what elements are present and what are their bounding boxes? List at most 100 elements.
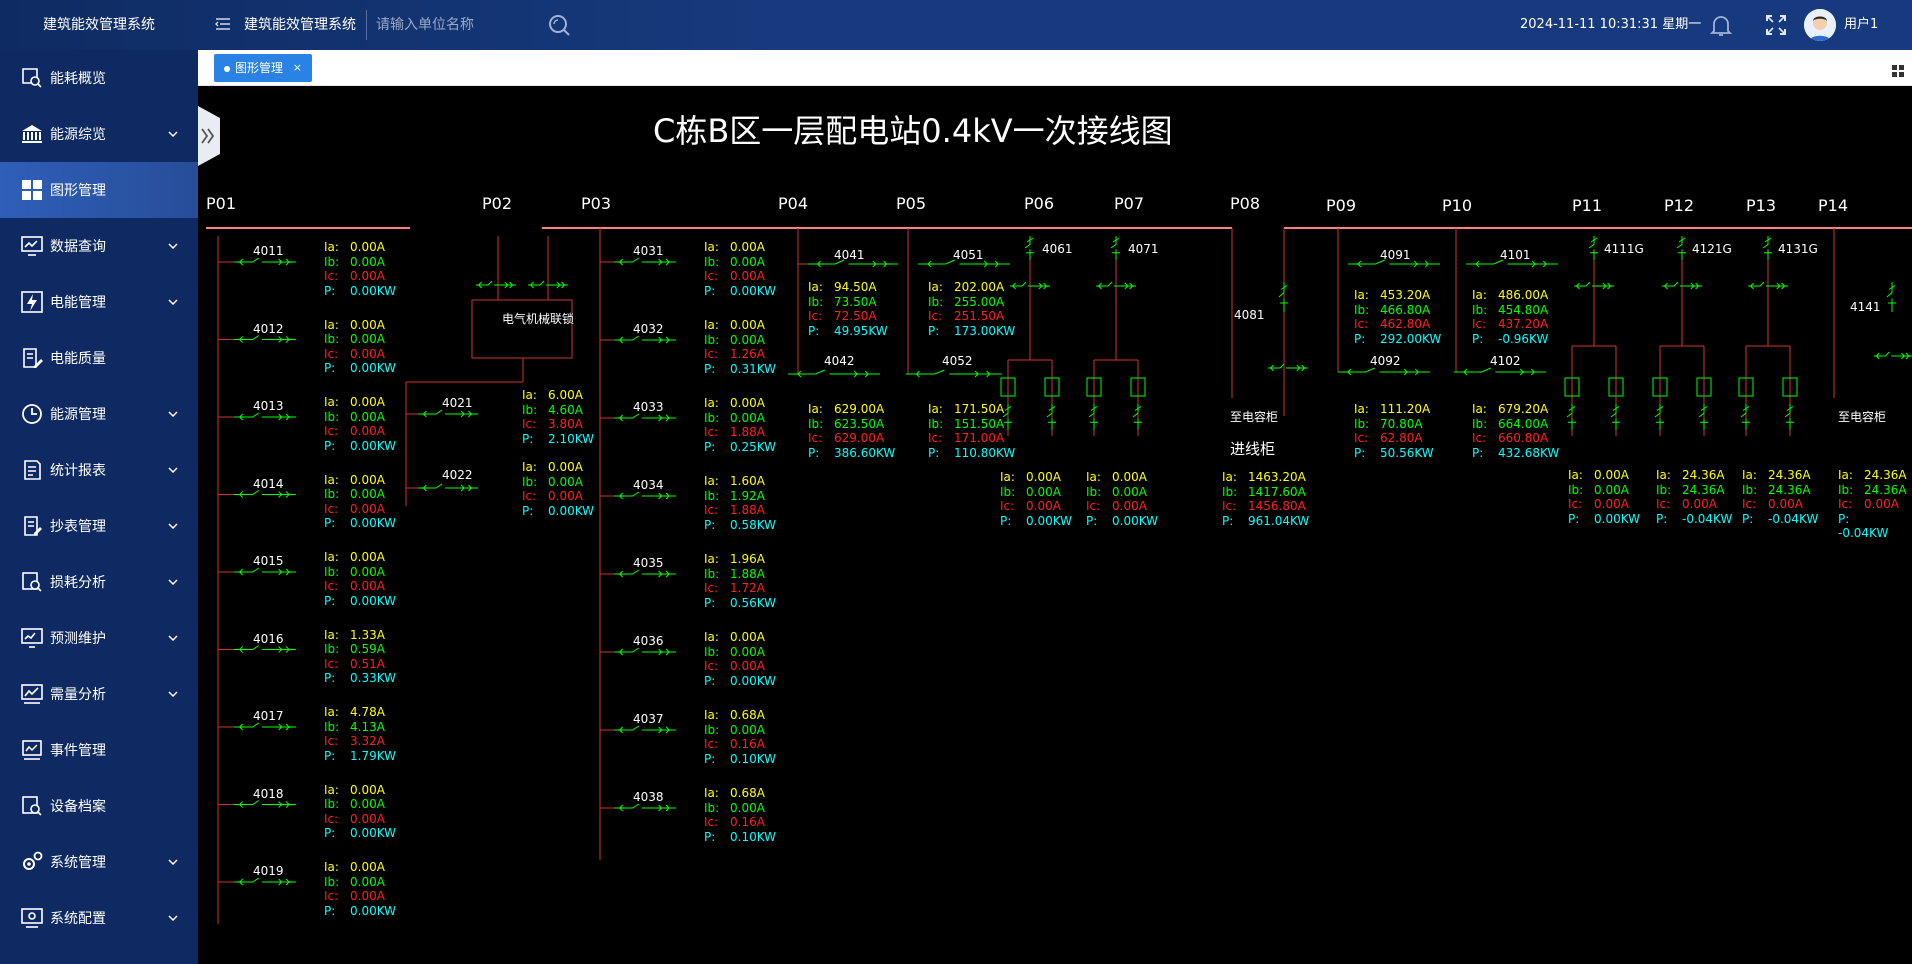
reading-value-ib: 24.36A: [1864, 482, 1907, 497]
reading-value-p: 1.79KW: [350, 748, 397, 763]
config-icon: [20, 906, 44, 930]
breaker-4131G: [1762, 236, 1772, 260]
reading-4021: Ia: 6.00A Ib: 4.60A Ic: 3.80A P: 2.10KW: [522, 388, 594, 446]
sidebar-item-9[interactable]: 损耗分析: [0, 554, 198, 610]
chevron-down-icon[interactable]: [168, 407, 178, 418]
chevron-down-icon[interactable]: [168, 687, 178, 698]
reading-value-ib: 623.50A: [834, 416, 885, 431]
sidebar-item-10[interactable]: 预测维护: [0, 610, 198, 666]
reading-row-ib: Ib: 0.00A: [704, 801, 776, 816]
chevron-down-icon[interactable]: [168, 855, 178, 866]
tab-menu-icon[interactable]: [1892, 62, 1904, 77]
device-archive-icon: [20, 794, 44, 818]
reading-row-ic: Ic: 1.72A: [704, 581, 776, 596]
wiring-diagram: C栋B区一层配电站0.4kV一次接线图 电气机械联锁 至电容柜 至电容柜 进线柜…: [198, 86, 1912, 964]
reading-value-ic: 3.32A: [350, 734, 385, 748]
reading-value-ic: 0.00A: [548, 489, 583, 503]
reading-key: P:: [704, 673, 716, 688]
reading-key: Ic:: [324, 811, 339, 826]
reading-key: Ib:: [704, 488, 720, 503]
bell-icon[interactable]: [1708, 12, 1734, 38]
chevron-down-icon[interactable]: [168, 239, 178, 250]
sidebar-item-0[interactable]: 能耗概览: [0, 50, 198, 106]
chevron-down-icon[interactable]: [168, 127, 178, 138]
chevron-down-icon[interactable]: [168, 519, 178, 530]
sidebar-item-15[interactable]: 系统配置: [0, 890, 198, 946]
reading-row-ic: Ic: 0.00A: [1838, 497, 1912, 512]
reading-row-ia: Ia: 24.36A: [1838, 468, 1912, 483]
reading-row-ic: Ic: 0.00A: [522, 489, 594, 504]
reading-value-p: 0.00KW: [350, 283, 397, 298]
reading-row-ib: Ib: 24.36A: [1656, 483, 1732, 498]
sidebar-item-6[interactable]: 能源管理: [0, 386, 198, 442]
reading-row-p: P: 0.00KW: [1568, 512, 1640, 527]
sidebar-item-3[interactable]: 数据查询: [0, 218, 198, 274]
reading-4042: Ia: 629.00A Ib: 623.50A Ic: 629.00A P: 386.60KW: [808, 402, 895, 460]
sidebar-item-label: 损耗分析: [50, 575, 106, 591]
report-icon: [20, 458, 44, 482]
breaker-4035: [614, 569, 676, 578]
reading-row-ia: Ia: 0.00A: [1000, 470, 1072, 485]
sidebar-item-5[interactable]: 电能质量: [0, 330, 198, 386]
reading-row-ic: Ic: 0.00A: [1656, 497, 1732, 512]
reading-row-ib: Ib: 0.00A: [1568, 483, 1640, 498]
reading-value-ia: 4.78A: [350, 705, 385, 719]
sidebar-item-1[interactable]: 能源综览: [0, 106, 198, 162]
breaker-4013: [234, 412, 296, 421]
feeder-id-4016: 4016: [253, 631, 284, 646]
reading-row-ib: Ib: 0.00A: [704, 255, 776, 270]
feeder-id-4019: 4019: [253, 864, 284, 878]
breaker-4141: [1886, 282, 1896, 312]
sidebar-item-12[interactable]: 事件管理: [0, 722, 198, 778]
reading-key: Ia:: [704, 630, 719, 644]
sidebar-item-11[interactable]: 需量分析: [0, 666, 198, 722]
sidebar-item-8[interactable]: 抄表管理: [0, 498, 198, 554]
reading-value-ic: 0.00A: [1768, 497, 1803, 511]
reading-value-p: -0.04KW: [1682, 511, 1733, 526]
breaker-4121G: [1676, 236, 1686, 260]
sidebar-item-14[interactable]: 系统管理: [0, 834, 198, 890]
sidebar-item-13[interactable]: 设备档案: [0, 778, 198, 834]
reading-value-p: 110.80KW: [954, 445, 1016, 460]
reading-value-ic: 0.00A: [1112, 499, 1147, 513]
reading-value-ib: 4.13A: [350, 719, 385, 734]
chevron-down-icon[interactable]: [168, 631, 178, 642]
chevron-down-icon[interactable]: [168, 575, 178, 586]
reading-key: Ia:: [324, 395, 339, 409]
reading-row-ib: Ib: 0.00A: [704, 411, 776, 426]
sidebar-item-4[interactable]: 电能管理: [0, 274, 198, 330]
fullscreen-icon[interactable]: [1764, 13, 1788, 37]
reading-value-ib: 454.80A: [1498, 302, 1549, 317]
reading-key: Ia:: [1222, 470, 1237, 484]
reading-value-ib: 0.00A: [730, 410, 765, 425]
sidebar-item-2[interactable]: 图形管理: [0, 162, 198, 218]
search-input[interactable]: [376, 12, 546, 38]
reading-value-ia: 1.60A: [730, 474, 765, 488]
reading-key: Ic:: [324, 346, 339, 361]
reading-value-p: 0.00KW: [730, 673, 777, 688]
chevron-down-icon[interactable]: [168, 463, 178, 474]
search-icon[interactable]: [546, 12, 572, 38]
reading-row-p: P: 2.10KW: [522, 432, 594, 447]
reading-row-ic: Ic: 437.20A: [1472, 317, 1548, 332]
chevron-down-icon[interactable]: [168, 295, 178, 306]
panel-label-P06: P06: [1024, 194, 1055, 213]
tab-close-icon[interactable]: ×: [293, 54, 302, 82]
sidebar-item-7[interactable]: 统计报表: [0, 442, 198, 498]
reading-4091: Ia: 453.20A Ib: 466.80A Ic: 462.80A P: 292.00KW: [1354, 288, 1441, 346]
username[interactable]: 用户1: [1844, 0, 1878, 50]
sidebar-item-label: 能源综览: [50, 127, 106, 143]
reading-4051: Ia: 202.00A Ib: 255.00A Ic: 251.50A P: 173.00KW: [928, 280, 1015, 338]
reading-value-ib: 0.00A: [730, 722, 765, 737]
reading-value-ib: 0.00A: [1594, 482, 1629, 497]
menu-toggle-icon[interactable]: [214, 15, 232, 33]
chevron-down-icon[interactable]: [168, 911, 178, 922]
feeder-id-4061: 4061: [1042, 242, 1073, 256]
reading-value-ia: 0.00A: [1112, 470, 1147, 484]
feeder-id-4101: 4101: [1500, 248, 1531, 262]
tab-graphics[interactable]: 图形管理 ×: [214, 54, 312, 82]
reading-value-ic: 0.00A: [1682, 497, 1717, 511]
avatar[interactable]: [1804, 9, 1836, 41]
breaker-p14: [1874, 351, 1912, 360]
breaker-4071: [1110, 236, 1120, 260]
